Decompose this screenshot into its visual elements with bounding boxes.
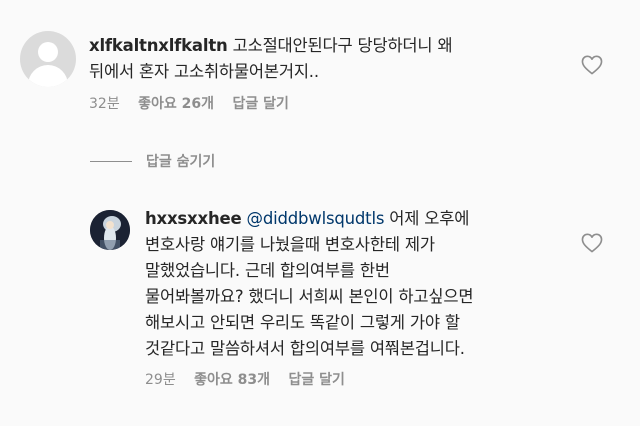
comment-meta: 32분 좋아요 26개 답글 달기 [89,93,303,113]
comment-text: xlfkaltnxlfkaltn 고소절대안된다구 당당하더니 왜 뒤에서 혼자… [89,33,579,85]
default-avatar-head [38,42,58,62]
reply-button[interactable]: 답글 달기 [289,372,345,388]
comment-timestamp: 29분 [145,372,176,388]
mention-link[interactable]: @diddbwlsqudtls [247,209,385,228]
reply-button[interactable]: 답글 달기 [233,96,289,112]
comment-text: hxxsxxhee @diddbwlsqudtls 어제 오후에 변호사랑 얘기… [145,206,555,362]
hide-replies-label: 답글 숨기기 [146,154,216,170]
avatar[interactable] [20,31,76,87]
divider-line [90,160,132,162]
comment-username[interactable]: hxxsxxhee [145,209,242,228]
hide-replies-button[interactable]: 답글 숨기기 [90,151,215,171]
comment-line: 해보시고 안되면 우리도 똑같이 그렇게 가야 할 [145,313,460,332]
comment-line: 뒤에서 혼자 고소취하물어본거지.. [89,62,319,81]
comment-line: 말했었습니다. 근데 합의여부를 한번 [145,261,390,280]
heart-outline-icon[interactable] [581,55,603,75]
comment-body-part: 어제 오후에 [384,209,470,228]
comment-body-part: 고소절대안된다구 당당하더니 왜 [232,36,453,55]
comment-line: 변호사랑 얘기를 나눴을때 변호사한테 제가 [145,235,435,254]
comment-line: hxxsxxhee @diddbwlsqudtls 어제 오후에 [145,206,555,232]
comment-line: xlfkaltnxlfkaltn 고소절대안된다구 당당하더니 왜 [89,33,579,59]
likes-count[interactable]: 좋아요 26개 [138,96,214,112]
comment-timestamp: 32분 [89,96,120,112]
profile-photo [90,210,130,250]
likes-count[interactable]: 좋아요 83개 [194,372,270,388]
comment-line: 것같다고 말씀하셔서 합의여부를 여쭤본겁니다. [145,339,465,358]
default-avatar-body [28,65,68,87]
comments-screen: xlfkaltnxlfkaltn 고소절대안된다구 당당하더니 왜 뒤에서 혼자… [0,0,640,426]
heart-outline-icon[interactable] [581,233,603,253]
comment-line: 물어봐볼까요? 했더니 서희씨 본인이 하고싶으면 [145,287,474,306]
comment-username[interactable]: xlfkaltnxlfkaltn [89,36,228,55]
comment-meta: 29분 좋아요 83개 답글 달기 [145,369,359,389]
avatar[interactable] [90,210,130,250]
